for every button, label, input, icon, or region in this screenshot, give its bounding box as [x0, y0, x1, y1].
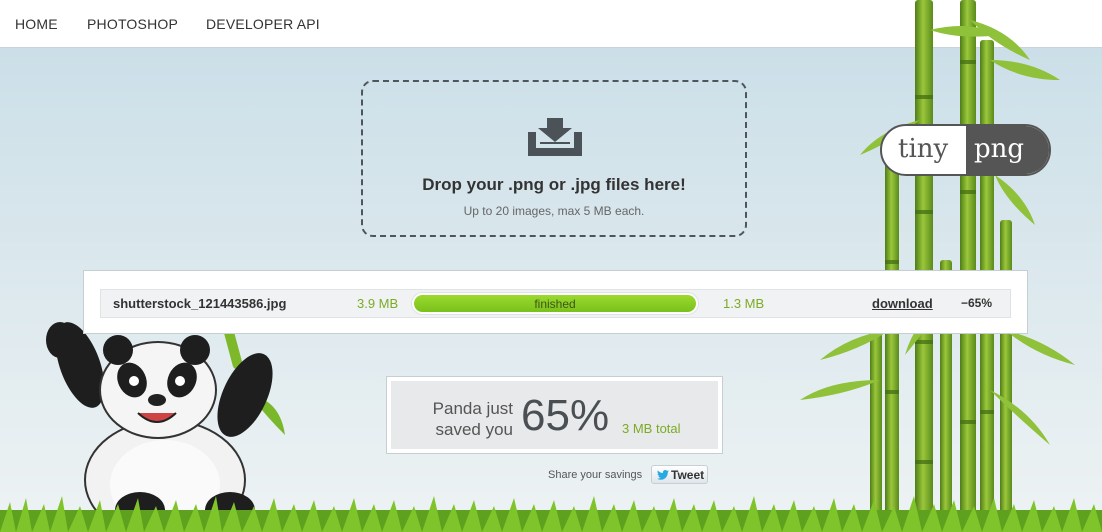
download-tray-icon [528, 118, 582, 156]
drop-zone-subtitle: Up to 20 images, max 5 MB each. [463, 204, 645, 218]
bamboo-illustration [800, 0, 1075, 532]
reduction-percent: −65% [961, 296, 993, 310]
results-panel: shutterstock_121443586.jpg 3.9 MB finish… [83, 270, 1028, 334]
result-row: shutterstock_121443586.jpg 3.9 MB finish… [100, 289, 1011, 318]
logo-text-tiny: tiny [898, 134, 949, 164]
logo-text-png: png [974, 134, 1025, 164]
drop-zone-title: Drop your .png or .jpg files here! [422, 175, 686, 194]
grass-decoration [0, 496, 1102, 532]
savings-percent: 65% [521, 391, 610, 440]
file-name: shutterstock_121443586.jpg [113, 296, 287, 311]
compressed-size: 1.3 MB [723, 296, 765, 311]
share-label: Share your savings [548, 469, 643, 481]
savings-box: Panda just saved you 65% 3 MB total [386, 376, 723, 454]
twitter-bird-icon [657, 470, 669, 480]
nav-photoshop[interactable]: PHOTOSHOP [87, 16, 178, 32]
savings-total: 3 MB total [622, 421, 681, 436]
download-link[interactable]: download [872, 296, 933, 311]
savings-caption: Panda just saved you [432, 399, 513, 439]
original-size: 3.9 MB [357, 296, 399, 311]
nav-home[interactable]: HOME [15, 16, 58, 32]
progress-status: finished [534, 297, 576, 311]
tweet-button[interactable]: Tweet [651, 465, 708, 484]
tweet-label: Tweet [671, 468, 705, 482]
tinypng-logo: tiny png [880, 124, 1051, 176]
nav-developer-api[interactable]: DEVELOPER API [206, 16, 320, 32]
progress-bar: finished [411, 292, 699, 315]
file-drop-zone[interactable]: Drop your .png or .jpg files here! Up to… [361, 80, 747, 237]
